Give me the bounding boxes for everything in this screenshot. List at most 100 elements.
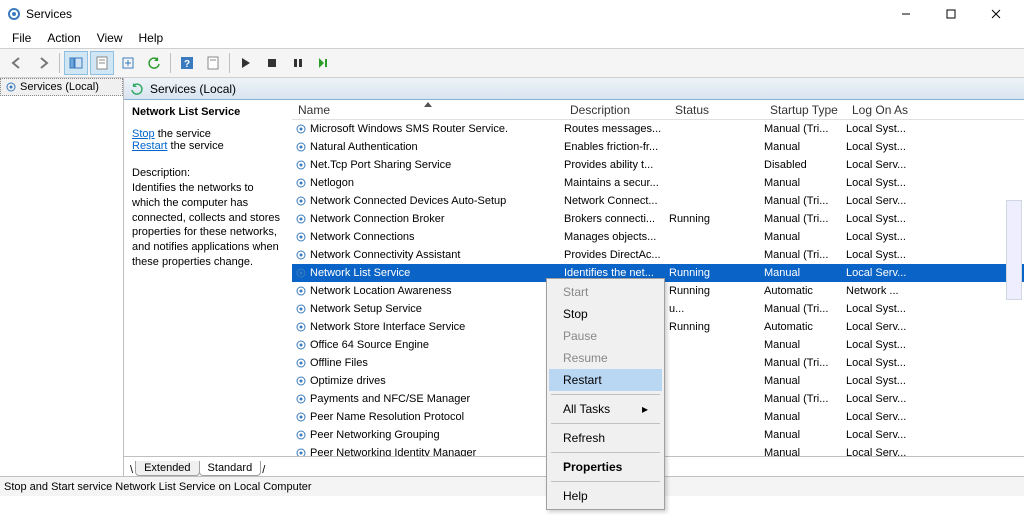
cell-name: Net.Tcp Port Sharing Service xyxy=(310,159,564,171)
service-row[interactable]: Network Connection BrokerBrokers connect… xyxy=(292,210,1024,228)
cell-logon: Local Syst... xyxy=(846,123,910,135)
scrollbar-thumb[interactable] xyxy=(1006,200,1022,300)
help2-button[interactable] xyxy=(201,51,225,75)
ctx-stop[interactable]: Stop xyxy=(549,303,662,325)
col-status[interactable]: Status xyxy=(669,100,764,119)
stop-link[interactable]: Stop xyxy=(132,128,155,140)
ctx-refresh[interactable]: Refresh xyxy=(549,427,662,449)
cell-logon: Local Syst... xyxy=(846,177,910,189)
col-name[interactable]: Name xyxy=(292,100,564,119)
ctx-restart[interactable]: Restart xyxy=(549,369,662,391)
export-list-button[interactable] xyxy=(116,51,140,75)
service-row[interactable]: Microsoft Windows SMS Router Service.Rou… xyxy=(292,120,1024,138)
toolbar: ? xyxy=(0,48,1024,78)
ctx-pause: Pause xyxy=(549,325,662,347)
gear-icon xyxy=(294,356,308,370)
ctx-all-tasks[interactable]: All Tasks▸ xyxy=(549,398,662,420)
service-row[interactable]: Natural AuthenticationEnables friction-f… xyxy=(292,138,1024,156)
start-service-button[interactable] xyxy=(234,51,258,75)
gear-icon xyxy=(294,176,308,190)
cell-startup: Manual (Tri... xyxy=(764,213,846,225)
cell-logon: Local Serv... xyxy=(846,195,910,207)
col-logon-as[interactable]: Log On As xyxy=(846,100,910,119)
cell-startup: Manual xyxy=(764,447,846,456)
col-startup-type[interactable]: Startup Type xyxy=(764,100,846,119)
cell-logon: Local Syst... xyxy=(846,213,910,225)
service-row[interactable]: NetlogonMaintains a secur...ManualLocal … xyxy=(292,174,1024,192)
service-row[interactable]: Network ConnectionsManages objects...Man… xyxy=(292,228,1024,246)
status-text: Stop and Start service Network List Serv… xyxy=(4,481,312,493)
cell-logon: Local Syst... xyxy=(846,303,910,315)
tab-extended[interactable]: Extended xyxy=(135,461,199,476)
cell-description: Brokers connecti... xyxy=(564,213,669,225)
window-title: Services xyxy=(26,7,72,21)
cell-startup: Manual xyxy=(764,267,846,279)
selected-service-name: Network List Service xyxy=(132,106,284,118)
cell-logon: Local Serv... xyxy=(846,411,910,423)
properties-button[interactable] xyxy=(90,51,114,75)
gear-icon xyxy=(294,266,308,280)
ctx-properties[interactable]: Properties xyxy=(549,456,662,478)
gear-icon xyxy=(294,140,308,154)
title-bar: Services xyxy=(0,0,1024,28)
restart-link[interactable]: Restart xyxy=(132,140,167,152)
service-row[interactable]: Net.Tcp Port Sharing ServiceProvides abi… xyxy=(292,156,1024,174)
gear-icon xyxy=(294,320,308,334)
gear-icon xyxy=(294,428,308,442)
tab-standard[interactable]: Standard xyxy=(199,461,262,476)
help-button[interactable]: ? xyxy=(175,51,199,75)
forward-button[interactable] xyxy=(31,51,55,75)
ctx-resume: Resume xyxy=(549,347,662,369)
menu-view[interactable]: View xyxy=(89,29,131,47)
cell-startup: Automatic xyxy=(764,285,846,297)
cell-startup: Manual (Tri... xyxy=(764,303,846,315)
gear-icon xyxy=(294,446,308,456)
menu-file[interactable]: File xyxy=(4,29,39,47)
cell-name: Office 64 Source Engine xyxy=(310,339,564,351)
column-headers: Name Description Status Startup Type Log… xyxy=(292,100,1024,120)
refresh-button[interactable] xyxy=(142,51,166,75)
ctx-help[interactable]: Help xyxy=(549,485,662,507)
show-hide-tree-button[interactable] xyxy=(64,51,88,75)
cell-name: Network Connections xyxy=(310,231,564,243)
pause-service-button[interactable] xyxy=(286,51,310,75)
cell-startup: Manual (Tri... xyxy=(764,357,846,369)
cell-logon: Local Serv... xyxy=(846,447,910,456)
tree-root-item[interactable]: Services (Local) xyxy=(0,78,123,96)
minimize-button[interactable] xyxy=(883,0,928,28)
svg-text:?: ? xyxy=(184,59,190,70)
cell-startup: Manual xyxy=(764,177,846,189)
service-row[interactable]: Network Connected Devices Auto-SetupNetw… xyxy=(292,192,1024,210)
restart-service-button[interactable] xyxy=(312,51,336,75)
cell-startup: Manual xyxy=(764,339,846,351)
gear-icon xyxy=(294,230,308,244)
gear-icon xyxy=(294,212,308,226)
cell-logon: Local Serv... xyxy=(846,321,910,333)
back-button[interactable] xyxy=(5,51,29,75)
cell-name: Microsoft Windows SMS Router Service. xyxy=(310,123,564,135)
maximize-button[interactable] xyxy=(928,0,973,28)
cell-name: Offline Files xyxy=(310,357,564,369)
cell-startup: Manual (Tri... xyxy=(764,393,846,405)
stop-service-button[interactable] xyxy=(260,51,284,75)
service-row[interactable]: Network Connectivity AssistantProvides D… xyxy=(292,246,1024,264)
cell-name: Network Setup Service xyxy=(310,303,564,315)
menu-action[interactable]: Action xyxy=(39,29,88,47)
cell-description: Manages objects... xyxy=(564,231,669,243)
gear-icon xyxy=(294,410,308,424)
cell-name: Peer Networking Identity Manager xyxy=(310,447,564,456)
menu-help[interactable]: Help xyxy=(131,29,172,47)
close-button[interactable] xyxy=(973,0,1018,28)
cell-startup: Manual xyxy=(764,375,846,387)
cell-logon: Local Syst... xyxy=(846,231,910,243)
cell-logon: Local Syst... xyxy=(846,249,910,261)
gear-icon xyxy=(294,302,308,316)
refresh-icon[interactable] xyxy=(130,82,144,96)
cell-logon: Local Serv... xyxy=(846,429,910,441)
gear-icon xyxy=(294,392,308,406)
cell-logon: Local Serv... xyxy=(846,267,910,279)
col-description[interactable]: Description xyxy=(564,100,669,119)
cell-name: Peer Networking Grouping xyxy=(310,429,564,441)
cell-logon: Network ... xyxy=(846,285,910,297)
cell-logon: Local Syst... xyxy=(846,141,910,153)
